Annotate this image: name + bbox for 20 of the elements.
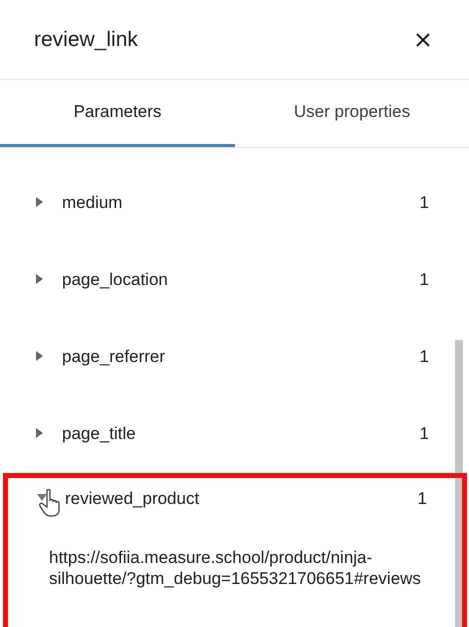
parameter-name: page_referrer [62,347,166,367]
tab[interactable]: Parameters [0,80,235,147]
expand-arrow-icon[interactable] [34,196,44,208]
expand-arrow-icon[interactable] [34,350,44,362]
parameter-count: 1 [420,270,429,290]
parameter-value: https://sofiia.measure.school/product/ninja-silhouette/?gtm_debug=1655321706651#reviews [48,547,422,589]
expand-arrow-icon[interactable] [34,273,44,285]
parameter-name: page_location [62,270,169,290]
parameter-count: 1 [418,489,427,509]
panel-title: review_link [34,28,138,52]
close-icon[interactable] [415,32,431,48]
parameter-name: page_title [62,424,137,444]
parameter-count: 1 [420,424,429,444]
scrollbar[interactable] [455,340,463,627]
parameter-name: reviewed_product [65,489,200,509]
parameter-count: 1 [420,347,429,367]
parameter-name: medium [62,193,124,213]
tab[interactable]: User properties [235,80,469,147]
expand-arrow-icon[interactable] [34,427,44,439]
parameter-count: 1 [420,193,429,213]
